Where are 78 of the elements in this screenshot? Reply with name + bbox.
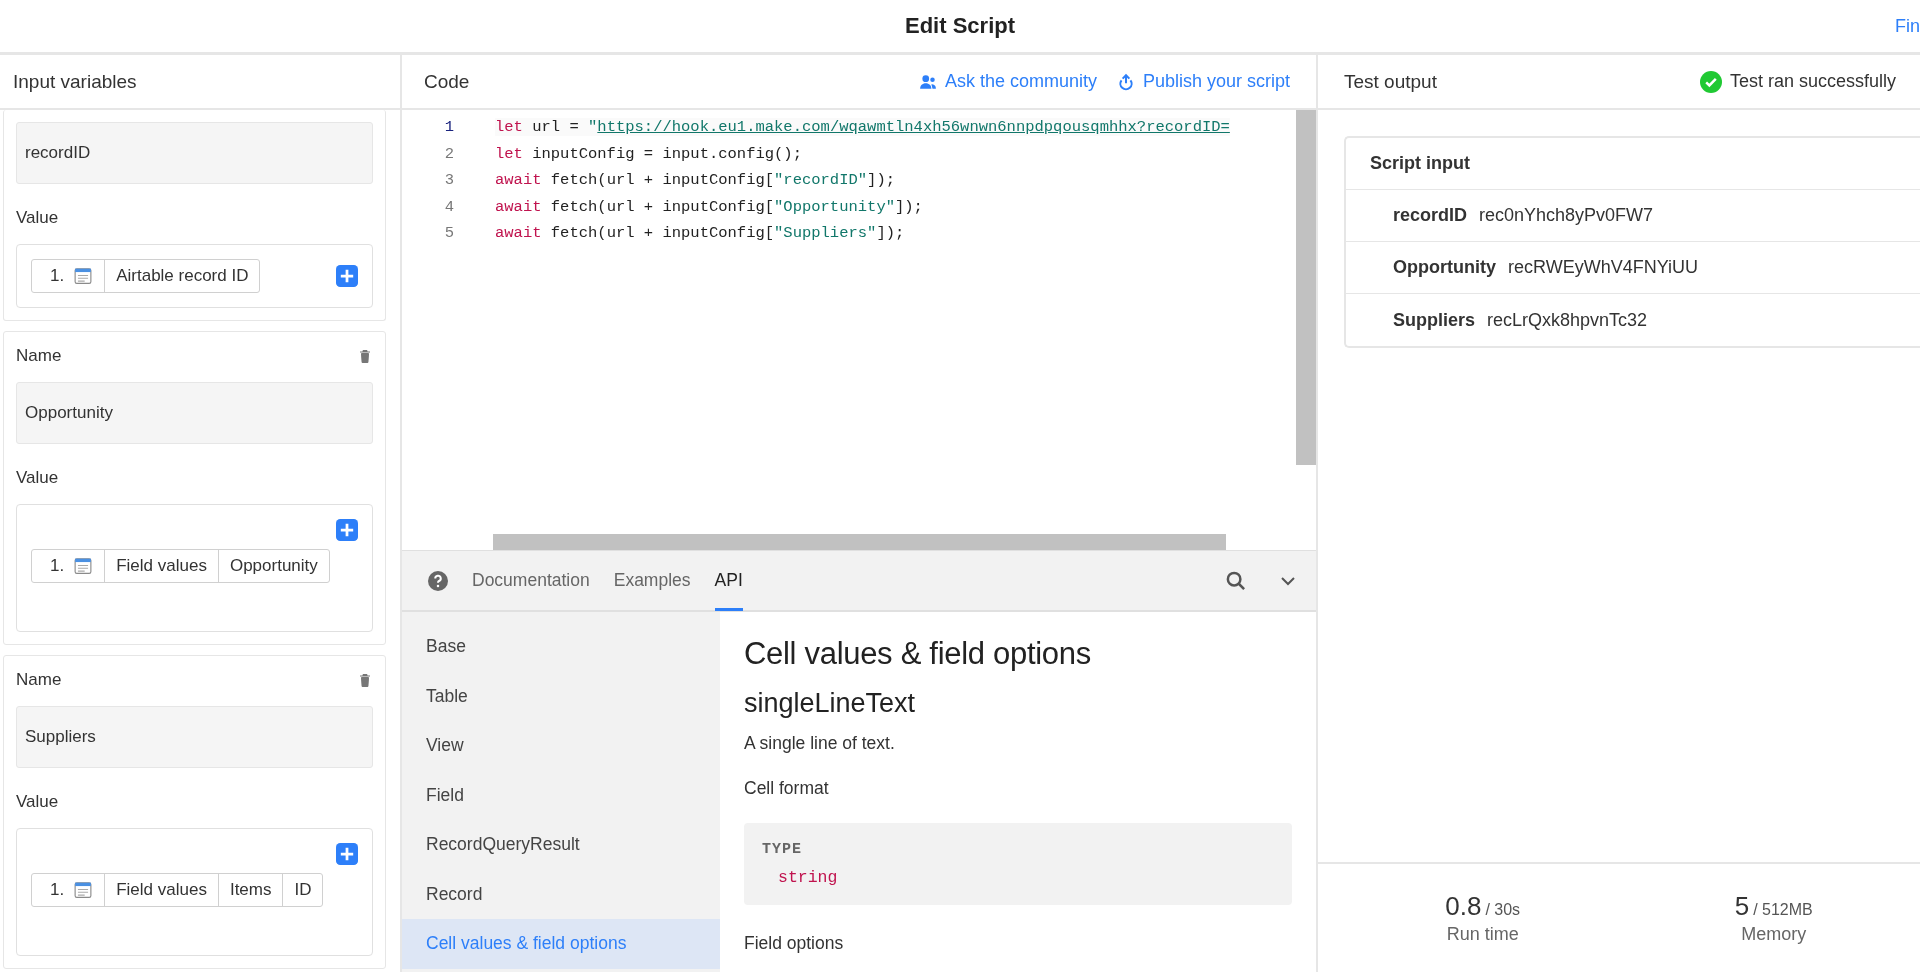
stat-limit: / 512MB xyxy=(1753,901,1813,918)
doc-text: Field options xyxy=(744,933,845,954)
add-icon[interactable] xyxy=(336,519,358,541)
finish-link[interactable]: Fin xyxy=(1895,15,1920,37)
stat-value: 0.8 xyxy=(1445,891,1482,921)
field-label: Value xyxy=(16,468,60,488)
doc-nav-item[interactable]: Field xyxy=(402,770,720,820)
check-circle-icon xyxy=(1699,70,1722,93)
doc-nav-item[interactable]: Record xyxy=(402,869,720,919)
add-icon[interactable] xyxy=(336,843,358,865)
line-number: 1 xyxy=(443,118,454,137)
stat-value: 5 xyxy=(1734,891,1750,921)
table-icon xyxy=(74,881,93,899)
stat-label: Run time xyxy=(1446,924,1519,945)
token-segment: Opportunity xyxy=(217,550,329,582)
stat-limit: / 30s xyxy=(1485,901,1521,918)
doc-tab[interactable]: Examples xyxy=(613,552,691,611)
code-line: await fetch(url + inputConfig["Suppliers"]); xyxy=(495,224,905,243)
input-name: Suppliers xyxy=(1393,309,1476,331)
community-link[interactable]: Ask the community xyxy=(918,71,1097,92)
line-number: 4 xyxy=(443,197,454,216)
stat-label: Memory xyxy=(1741,924,1807,945)
line-number: 2 xyxy=(443,144,454,163)
type-value: string xyxy=(777,868,839,887)
token-segment: ID xyxy=(282,874,323,906)
add-icon[interactable] xyxy=(336,265,358,287)
field-label: Name xyxy=(16,346,62,366)
line-number: 5 xyxy=(443,224,454,243)
input-name: Opportunity xyxy=(1393,257,1496,278)
scrollbar[interactable] xyxy=(493,534,1226,550)
field-label: Name xyxy=(16,670,62,690)
name-field[interactable]: Opportunity xyxy=(16,382,373,444)
field-label: Value xyxy=(16,208,60,228)
doc-text: A single line of text. xyxy=(744,733,896,754)
upload-icon xyxy=(1116,72,1135,91)
token-segment: Field values xyxy=(104,874,218,906)
input-value: recRWEyWhV4FNYiUU xyxy=(1508,257,1698,278)
code-line: await fetch(url + inputConfig["Opportunity"]); xyxy=(495,197,923,216)
panel-title: Test output xyxy=(1344,70,1437,93)
input-name: recordID xyxy=(1393,205,1468,226)
field-label: Value xyxy=(16,792,60,812)
panel-title: Input variables xyxy=(13,70,137,93)
code-line: await fetch(url + inputConfig["recordID"]); xyxy=(495,171,895,190)
doc-tab[interactable]: Documentation xyxy=(472,552,590,611)
card-title: Script input xyxy=(1346,138,1920,190)
doc-heading: Cell values & field options xyxy=(744,636,1092,672)
line-number: 3 xyxy=(443,171,454,190)
token-index: 1. xyxy=(50,556,65,576)
table-icon xyxy=(74,557,93,575)
token-segment: Field values xyxy=(104,550,218,582)
doc-nav-item[interactable]: View xyxy=(402,721,720,771)
panel-title: Code xyxy=(424,70,470,93)
name-field[interactable]: recordID xyxy=(16,122,373,184)
input-value: rec0nYhch8yPv0FW7 xyxy=(1479,205,1654,226)
code-line: let inputConfig = input.config(); xyxy=(495,144,802,163)
token-index: 1. xyxy=(50,266,65,286)
type-label: TYPE xyxy=(762,841,803,858)
window-title: Edit Script xyxy=(905,13,1015,39)
doc-nav-item[interactable]: RecordQueryResult xyxy=(402,820,720,870)
token-segment: Items xyxy=(217,874,283,906)
status-text: Test ran successfully xyxy=(1729,71,1896,92)
scrollbar[interactable] xyxy=(1296,110,1316,465)
name-field[interactable]: Suppliers xyxy=(16,706,373,768)
token-index: 1. xyxy=(50,880,65,900)
help-icon xyxy=(428,570,448,591)
chevron-down-icon[interactable] xyxy=(1280,575,1296,586)
publish-link[interactable]: Publish your script xyxy=(1116,71,1290,92)
trash-icon[interactable] xyxy=(357,347,373,365)
table-icon xyxy=(74,267,93,285)
token-segment: Airtable record ID xyxy=(104,260,260,292)
people-icon xyxy=(918,72,937,91)
input-value: recLrQxk8hpvnTc32 xyxy=(1487,309,1648,331)
trash-icon[interactable] xyxy=(357,671,373,689)
doc-text: Cell format xyxy=(744,778,830,799)
doc-nav-item[interactable]: Table xyxy=(402,671,720,721)
search-icon[interactable] xyxy=(1226,570,1246,591)
doc-subheading: singleLineText xyxy=(744,688,917,719)
doc-nav-item[interactable]: Base xyxy=(402,622,720,672)
